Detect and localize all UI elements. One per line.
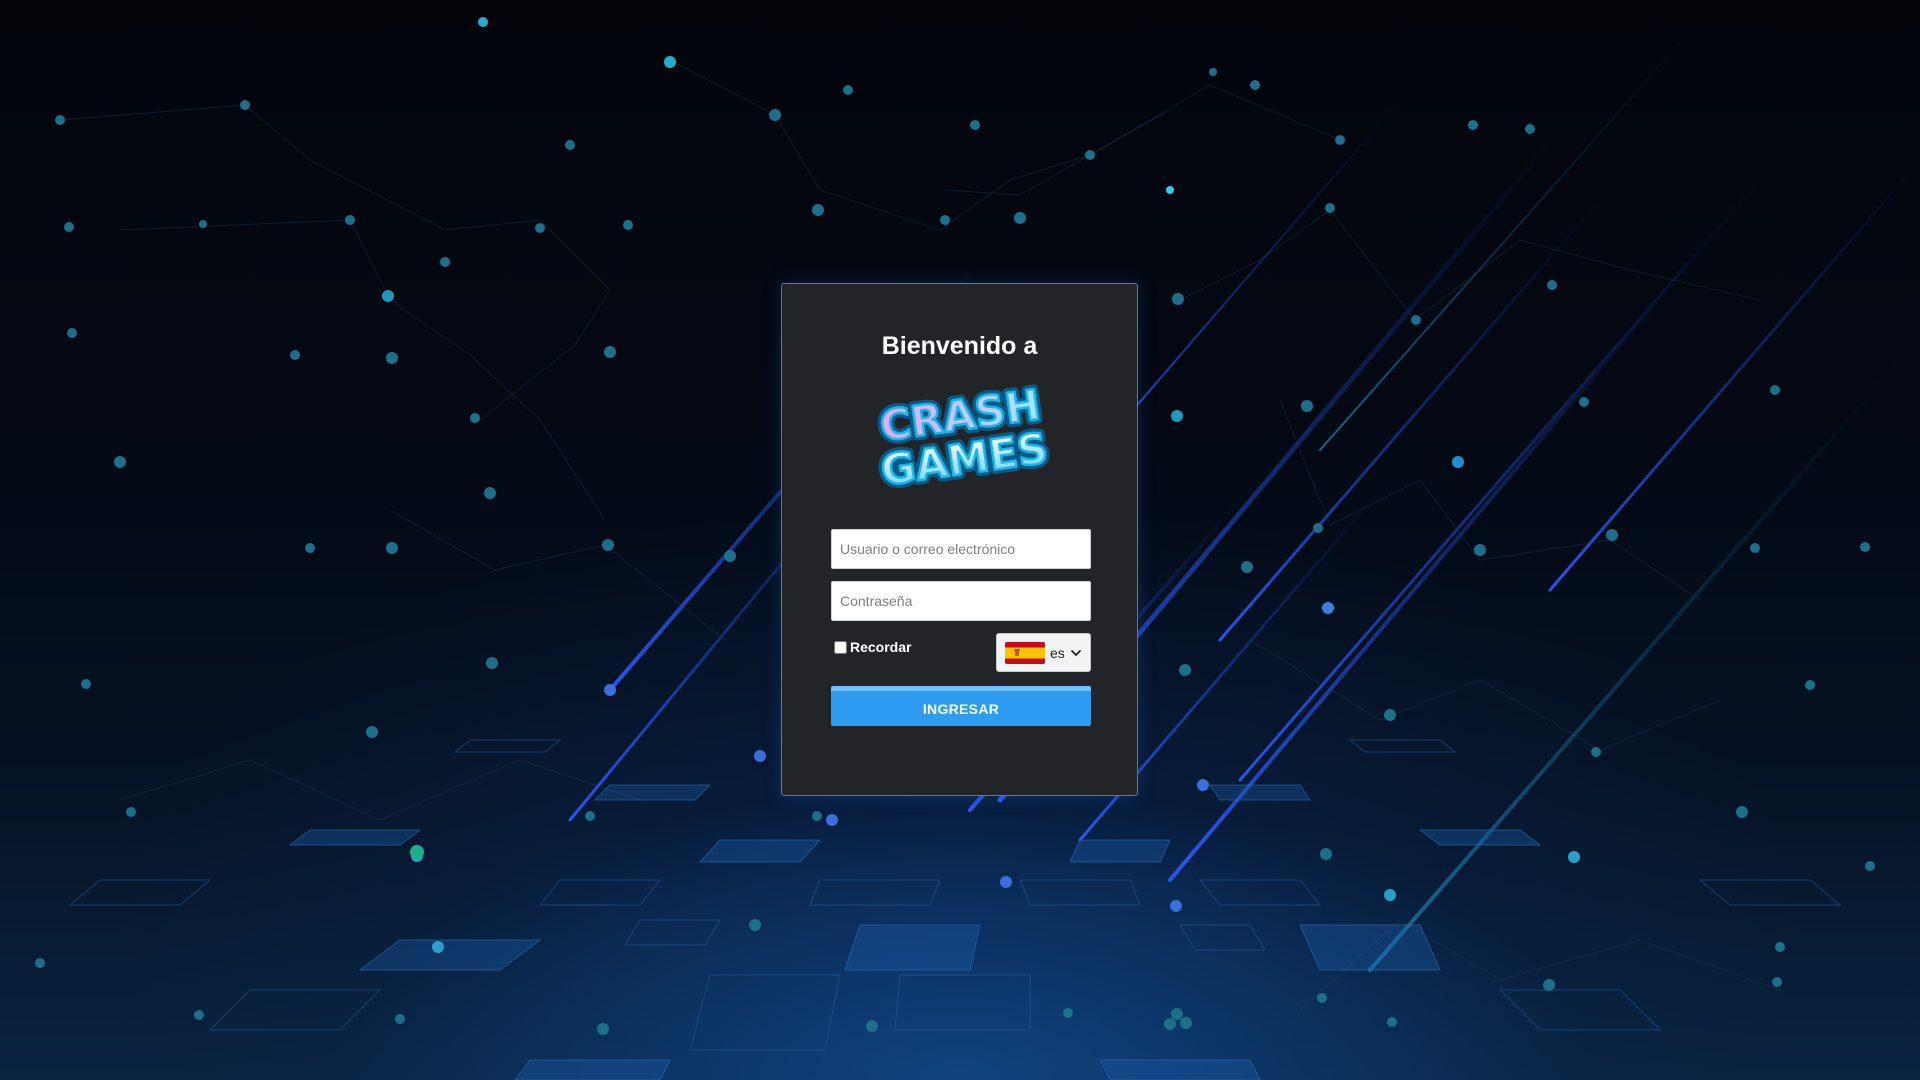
login-card: Bienvenido a CRASH CRASH GAMES GAMES Rec…	[781, 283, 1138, 796]
remember-label: Recordar	[850, 639, 912, 655]
crash-games-logo: CRASH CRASH GAMES GAMES	[872, 380, 1055, 492]
login-button[interactable]: INGRESAR	[831, 686, 1091, 726]
language-code: es	[1050, 644, 1065, 661]
remember-checkbox[interactable]	[834, 640, 847, 654]
chevron-down-icon	[1070, 649, 1081, 656]
password-input[interactable]	[831, 581, 1091, 621]
spain-flag-icon	[1005, 641, 1045, 664]
language-selector[interactable]: es	[996, 633, 1091, 672]
welcome-title: Bienvenido a	[881, 332, 1038, 360]
username-input[interactable]	[831, 529, 1091, 569]
remember-control[interactable]: Recordar	[834, 639, 911, 655]
